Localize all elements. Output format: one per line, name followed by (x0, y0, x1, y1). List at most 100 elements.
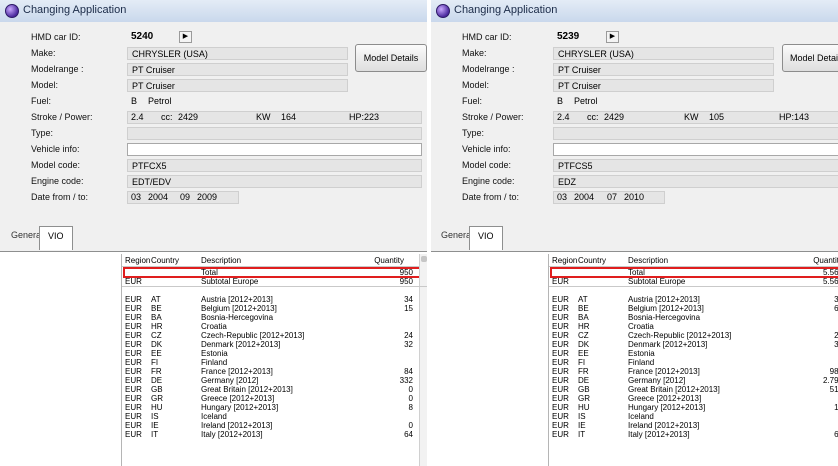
cell-description: Denmark [2012+2013] (201, 340, 281, 349)
cell-region: EUR (125, 304, 142, 313)
table-row[interactable]: EUR AT Austria [2012+2013] 34 (122, 295, 427, 304)
subtotal-row[interactable]: EUR Subtotal Europe 950 (122, 277, 427, 286)
kw-label: KW (256, 112, 271, 122)
model-field: PT Cruiser (127, 79, 348, 92)
table-row[interactable]: EUR DE Germany [2012] 2.798 (549, 376, 838, 385)
table-row[interactable]: EURIEIreland [2012+2013]0 (549, 421, 838, 430)
cell-region: EUR (125, 358, 142, 367)
date-to-year: 2009 (197, 192, 218, 202)
cell-quantity: 988 (829, 367, 838, 376)
table-row[interactable]: EUR AT Austria [2012+2013] 30 (549, 295, 838, 304)
table-row[interactable]: EUR EE Estonia (549, 349, 838, 358)
cell-region: EUR (125, 430, 142, 439)
table-row[interactable]: EUR FR France [2012+2013] 84 (122, 367, 427, 376)
total-row[interactable]: Total 950 (122, 268, 427, 277)
table-row[interactable]: EUR HU Hungary [2012+2013] 12 (549, 403, 838, 412)
header-region[interactable]: Region (552, 256, 577, 265)
subtotal-divider (122, 286, 427, 287)
header-quantity[interactable]: Quantity (374, 256, 404, 265)
table-row[interactable]: EUR GB Great Britain [2012+2013] 517 (549, 385, 838, 394)
date-to-year: 2010 (624, 192, 645, 202)
table-row[interactable]: EUR FI Finland (122, 358, 427, 367)
cell-country: CZ (151, 331, 162, 340)
table-row[interactable]: EURGRGreece [2012+2013]0 (549, 394, 838, 403)
cell-region: EUR (125, 376, 142, 385)
cell-country: HU (578, 403, 590, 412)
table-row[interactable]: EUR HR Croatia (549, 322, 838, 331)
cell-region: EUR (125, 331, 142, 340)
table-row[interactable]: EUR GB Great Britain [2012+2013] 0 (122, 385, 427, 394)
table-row[interactable]: EUR DK Denmark [2012+2013] 32 (122, 340, 427, 349)
table-row[interactable]: EUR HU Hungary [2012+2013] 8 (122, 403, 427, 412)
table-row[interactable]: EUR CZ Czech-Republic [2012+2013] 24 (549, 331, 838, 340)
table-row[interactable]: EUR EE Estonia (122, 349, 427, 358)
header-country[interactable]: Country (151, 256, 179, 265)
cell-description: Estonia (628, 349, 655, 358)
cell-description: Finland (628, 358, 655, 367)
cell-quantity: 5.568 (822, 268, 838, 277)
table-row[interactable]: EUR BA Bosnia-Hercegovina (122, 313, 427, 322)
model-code-field: PTFCX5 (127, 159, 422, 172)
fuel-code: B (557, 96, 564, 106)
table-row[interactable]: EUR FI Finland (549, 358, 838, 367)
cc-value: 2429 (604, 112, 625, 122)
cell-quantity: 0 (408, 385, 413, 394)
table-row[interactable]: EUR IS Iceland (549, 412, 838, 421)
cell-description: Greece [2012+2013] (201, 394, 275, 403)
cell-description: Finland (201, 358, 228, 367)
vehicle-info-input[interactable] (553, 143, 838, 156)
tab-vio[interactable]: VIO (39, 226, 73, 250)
cell-quantity: 34 (404, 295, 413, 304)
fuel-name: Petrol (148, 96, 172, 106)
table-row[interactable]: EUR IT Italy [2012+2013] 64 (549, 430, 838, 439)
header-quantity[interactable]: Quantity (813, 256, 838, 265)
cell-country: GR (151, 394, 163, 403)
cell-description: Hungary [2012+2013] (201, 403, 279, 412)
vehicle-info-input[interactable] (127, 143, 422, 156)
table-row[interactable]: EUR FR France [2012+2013] 988 (549, 367, 838, 376)
total-row[interactable]: Total 5.568 (549, 268, 838, 277)
table-row[interactable]: EUR IT Italy [2012+2013] 64 (122, 430, 427, 439)
model-details-button[interactable]: Model Details (782, 44, 838, 72)
cell-region: EUR (125, 277, 142, 286)
header-description[interactable]: Description (628, 256, 668, 265)
next-car-button[interactable]: ▶ (179, 31, 192, 43)
cell-region: EUR (552, 394, 569, 403)
cell-country: FI (578, 358, 586, 367)
vehicle-info-label: Vehicle info: (462, 144, 511, 154)
table-row[interactable]: EUR BE Belgium [2012+2013] 15 (122, 304, 427, 313)
cell-description: Belgium [2012+2013] (201, 304, 277, 313)
table-row[interactable]: EURIEIreland [2012+2013]0 (122, 421, 427, 430)
date-to-month: 07 (607, 192, 618, 202)
header-region[interactable]: Region (125, 256, 150, 265)
tab-vio[interactable]: VIO (469, 226, 503, 250)
table-row[interactable]: EUR HR Croatia (122, 322, 427, 331)
engine-code-label: Engine code: (31, 176, 84, 186)
cell-country: FR (578, 367, 589, 376)
make-field: CHRYSLER (USA) (127, 47, 348, 60)
table-row[interactable]: EURGRGreece [2012+2013]0 (122, 394, 427, 403)
header-description[interactable]: Description (201, 256, 241, 265)
table-row[interactable]: EUR DK Denmark [2012+2013] 34 (549, 340, 838, 349)
cell-region: EUR (552, 421, 569, 430)
model-details-button[interactable]: Model Details (355, 44, 427, 72)
next-car-button[interactable]: ▶ (606, 31, 619, 43)
tab-strip: General VIO (431, 222, 838, 252)
grid-header: Region Country Description Quantity (549, 256, 838, 265)
modelrange-label: Modelrange : (462, 64, 515, 74)
cell-region: EUR (125, 313, 142, 322)
table-row[interactable]: EUR DE Germany [2012] 332 (122, 376, 427, 385)
table-row[interactable]: EUR BE Belgium [2012+2013] 69 (549, 304, 838, 313)
vio-grid: Region Country Description Quantity Tota… (548, 254, 838, 466)
engine-code-field: EDT/EDV (127, 175, 422, 188)
scroll-up-arrow[interactable] (421, 256, 427, 262)
table-row[interactable]: EUR IS Iceland (122, 412, 427, 421)
header-country[interactable]: Country (578, 256, 606, 265)
fuel-code: B (131, 96, 138, 106)
cell-country: DE (578, 376, 590, 385)
cell-description: Iceland (201, 412, 227, 421)
table-row[interactable]: EUR CZ Czech-Republic [2012+2013] 24 (122, 331, 427, 340)
cell-description: Austria [2012+2013] (628, 295, 700, 304)
table-row[interactable]: EUR BA Bosnia-Hercegovina (549, 313, 838, 322)
subtotal-row[interactable]: EUR Subtotal Europe 5.568 (549, 277, 838, 286)
